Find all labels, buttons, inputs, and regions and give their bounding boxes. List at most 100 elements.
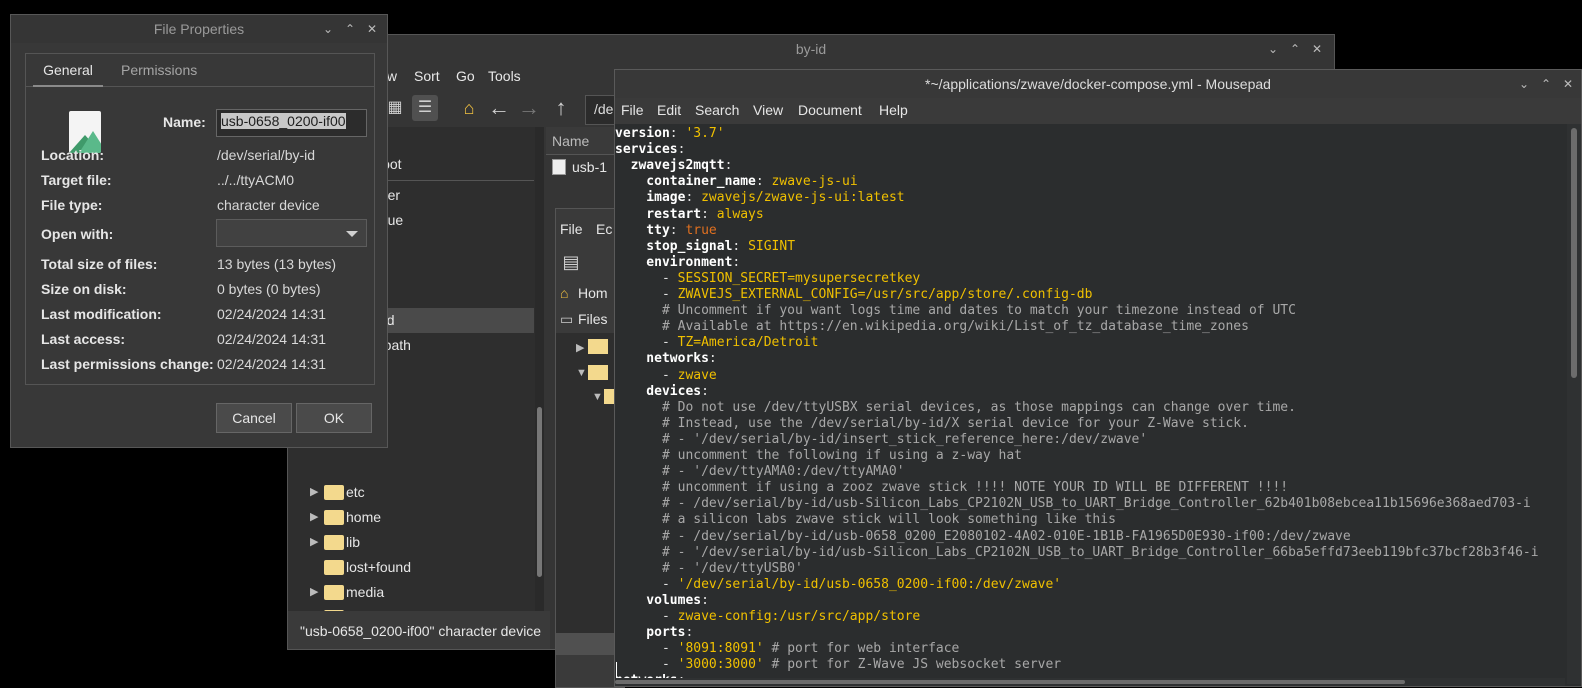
- menu-edit[interactable]: Ec: [596, 221, 612, 237]
- prop-total-size: Total size of files: 13 bytes (13 bytes): [41, 256, 337, 272]
- fm-title: by-id: [795, 41, 827, 57]
- ok-button[interactable]: OK: [296, 403, 372, 433]
- close-icon[interactable]: ✕: [1561, 77, 1575, 91]
- code-token: :: [708, 351, 717, 367]
- scroll-thumb[interactable]: [1571, 128, 1577, 378]
- tree-item[interactable]: ▶ lib: [288, 530, 534, 555]
- menu-file[interactable]: File: [621, 102, 644, 118]
- expander-icon[interactable]: ▶: [310, 580, 318, 605]
- name-field[interactable]: usb-0658_0200-if00: [216, 109, 367, 137]
- code-line: services:: [615, 142, 685, 158]
- cancel-button[interactable]: Cancel: [216, 403, 292, 433]
- menu-search[interactable]: Search: [695, 102, 739, 118]
- tree-item-label: lib: [346, 534, 361, 550]
- expander-icon[interactable]: ▶: [310, 505, 318, 530]
- code-line: volumes:: [615, 593, 709, 609]
- minimize-icon[interactable]: ⌄: [321, 22, 335, 36]
- code-token: image: [615, 190, 686, 206]
- code-line: - '3000:3000' # port for Z-Wave JS webso…: [615, 657, 1061, 673]
- minimize-icon[interactable]: ⌄: [1266, 42, 1280, 56]
- code-token: :: [701, 592, 709, 608]
- open-with-dropdown[interactable]: [216, 219, 367, 247]
- back-arrow-icon[interactable]: ←: [486, 95, 512, 121]
- code-line: - TZ=America/Detroit: [615, 335, 819, 351]
- mp-title: *~/applications/zwave/docker-compose.yml…: [925, 76, 1271, 92]
- expander-icon[interactable]: ▶: [576, 341, 584, 354]
- menu-edit[interactable]: Edit: [657, 102, 681, 118]
- mp-vertical-scrollbar[interactable]: [1567, 124, 1581, 684]
- menu-go[interactable]: Go: [456, 68, 475, 84]
- code-line: devices:: [615, 384, 709, 400]
- code-line: # - '/dev/ttyAMA0:/dev/ttyAMA0': [615, 464, 905, 480]
- maximize-icon[interactable]: ⌃: [1288, 42, 1302, 56]
- expander-icon[interactable]: ▼: [576, 367, 587, 379]
- minimize-icon[interactable]: ⌄: [1517, 77, 1531, 91]
- file-properties-dialog[interactable]: File Properties ⌄ ⌃ ✕ General Permission…: [10, 14, 388, 448]
- code-line: # Do not use /dev/ttyUSBX serial devices…: [615, 400, 1296, 416]
- scroll-thumb[interactable]: [537, 407, 542, 577]
- tree-item[interactable]: lost+found: [288, 555, 534, 580]
- menu-help[interactable]: Help: [879, 102, 908, 118]
- code-token: :: [685, 190, 702, 206]
- expander-icon[interactable]: ▶: [310, 480, 318, 505]
- menu-sort[interactable]: Sort: [414, 68, 440, 84]
- prop-last-access: Last access: 02/24/2024 14:31: [41, 331, 326, 347]
- code-token: stop_signal: [615, 238, 733, 254]
- code-line: # - /dev/serial/by-id/usb-Silicon_Labs_C…: [615, 496, 1531, 512]
- prop-file-type: File type: character device: [41, 197, 320, 213]
- code-line: - ZWAVEJS_EXTERNAL_CONFIG=/usr/src/app/s…: [615, 287, 1093, 303]
- menu-view[interactable]: View: [753, 102, 783, 118]
- menu-file[interactable]: File: [560, 221, 583, 237]
- code-token: services: [615, 142, 678, 158]
- props-tabs: General Permissions: [25, 53, 375, 87]
- folder-icon: [588, 339, 608, 354]
- maximize-icon[interactable]: ⌃: [343, 22, 357, 36]
- menu-tools[interactable]: Tools: [488, 68, 521, 84]
- code-token: '/dev/serial/by-id/usb-0658_0200-if00:/d…: [677, 576, 1062, 592]
- code-line: # Available at https://en.wikipedia.org/…: [615, 319, 1249, 335]
- drive-icon: ▭: [560, 311, 574, 327]
- fm-sidebar-scrollbar[interactable]: [535, 127, 544, 611]
- tree-item[interactable]: ▶ etc: [288, 480, 534, 505]
- tree-item[interactable]: ▶ home: [288, 505, 534, 530]
- home-icon[interactable]: ⌂: [456, 95, 482, 121]
- code-token: -: [615, 576, 678, 592]
- tab-general[interactable]: General: [33, 53, 103, 87]
- code-line: restart: always: [615, 207, 763, 223]
- home-icon: ⌂: [560, 285, 569, 301]
- expander-icon[interactable]: ▼: [592, 391, 603, 403]
- mp-horizontal-scrollbar[interactable]: [615, 678, 1565, 686]
- menu-document[interactable]: Document: [798, 102, 862, 118]
- code-token: # Available at https://en.wikipedia.org/…: [615, 319, 1249, 335]
- prop-size-on-disk: Size on disk: 0 bytes (0 bytes): [41, 281, 321, 297]
- code-token: -: [615, 657, 678, 673]
- scroll-thumb[interactable]: [615, 680, 1405, 684]
- fm-titlebar[interactable]: by-id: [288, 35, 1334, 63]
- up-arrow-icon[interactable]: ↑: [548, 95, 574, 121]
- tree-item[interactable]: ▶ media: [288, 580, 534, 605]
- text-caret: [616, 662, 617, 678]
- prop-last-modification: Last modification: 02/24/2024 14:31: [41, 306, 326, 322]
- code-token: SESSION_SECRET=mysupersecretkey: [677, 270, 921, 286]
- folder-icon: [588, 365, 608, 380]
- tab-permissions[interactable]: Permissions: [121, 53, 197, 87]
- code-token: # - '/dev/serial/by-id/insert_stick_refe…: [615, 431, 1148, 447]
- prop-last-permissions-change: Last permissions change: 02/24/2024 14:31: [41, 356, 326, 372]
- code-line: # uncomment if using a zooz zwave stick …: [615, 480, 1288, 496]
- code-token: -: [615, 335, 678, 351]
- tree-item-label: lost+found: [346, 559, 411, 575]
- code-token: TZ=America/Detroit: [677, 335, 819, 351]
- close-icon[interactable]: ✕: [1310, 42, 1324, 56]
- list-view-icon[interactable]: ☰: [412, 95, 438, 121]
- mp-titlebar[interactable]: *~/applications/zwave/docker-compose.yml…: [615, 70, 1581, 98]
- folder-icon: [324, 510, 344, 525]
- close-icon[interactable]: ✕: [365, 22, 379, 36]
- mousepad-window[interactable]: *~/applications/zwave/docker-compose.yml…: [614, 69, 1582, 687]
- code-token: SIGINT: [748, 238, 796, 254]
- expander-icon[interactable]: ▶: [310, 530, 318, 555]
- forward-arrow-icon[interactable]: →: [516, 95, 542, 121]
- text-editor[interactable]: version: '3.7' services: zwavejs2mqtt: co…: [615, 124, 1565, 684]
- code-token: -: [615, 609, 678, 624]
- maximize-icon[interactable]: ⌃: [1539, 77, 1553, 91]
- new-window-icon[interactable]: ▤: [558, 249, 584, 275]
